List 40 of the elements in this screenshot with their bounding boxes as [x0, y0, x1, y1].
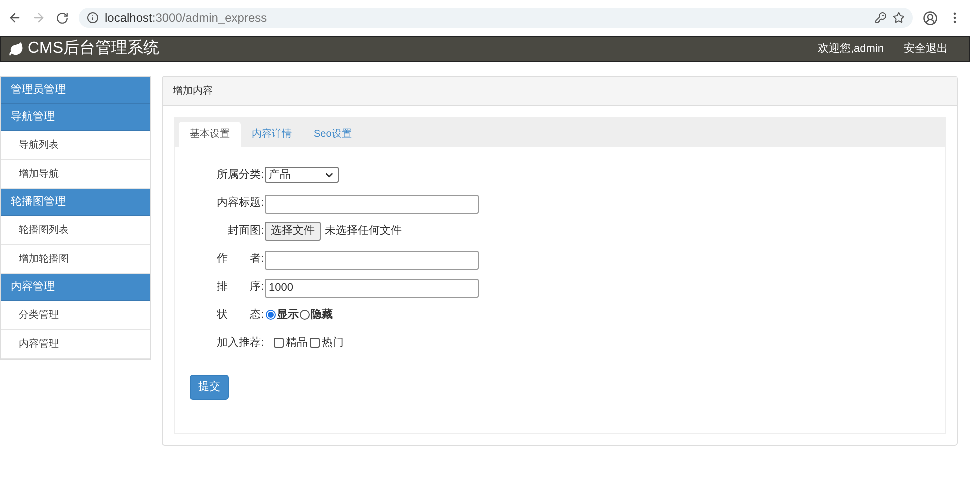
profile-icon[interactable] — [923, 10, 938, 26]
radio-button[interactable] — [266, 310, 276, 320]
address-bar[interactable]: localhost:3000/admin_express — [79, 8, 913, 28]
radio-label: 隐藏 — [311, 308, 333, 323]
checkbox[interactable] — [274, 338, 284, 348]
sidebar-group-header[interactable]: 内容管理 — [1, 274, 150, 301]
checkbox-label: 精品 — [286, 336, 308, 351]
welcome-text: 欢迎您,admin — [818, 42, 884, 57]
field-label: 内容标题: — [216, 196, 264, 211]
radio-button[interactable] — [300, 310, 310, 320]
category-select[interactable]: 产品 — [265, 167, 339, 183]
url-text: localhost:3000/admin_express — [105, 10, 268, 27]
field-label: 封面图: — [226, 224, 264, 239]
field-label: 加入推荐: — [216, 336, 264, 351]
tab[interactable]: 基本设置 — [179, 122, 241, 147]
text-field[interactable]: 1000 — [265, 278, 479, 298]
text-field[interactable] — [265, 194, 479, 214]
radio-label: 显示 — [277, 308, 299, 323]
app-title: CMS后台管理系统 — [28, 38, 160, 59]
sidebar-group-header[interactable]: 轮播图管理 — [1, 189, 150, 216]
field-label: 所属分类: — [216, 168, 264, 183]
leaf-icon — [9, 42, 24, 56]
choose-file-button[interactable]: 选择文件 — [265, 222, 321, 240]
field-label: 排 序: — [216, 280, 264, 295]
logout-link[interactable]: 安全退出 — [904, 40, 948, 58]
panel-heading: 增加内容 — [163, 77, 957, 106]
sidebar-group-header[interactable]: 导航管理 — [1, 104, 150, 131]
submit-button[interactable]: 提交 — [190, 375, 229, 400]
info-icon — [87, 12, 99, 24]
field-label: 状 态: — [216, 308, 264, 323]
key-icon[interactable] — [875, 12, 887, 24]
text-field[interactable] — [265, 250, 479, 270]
reload-icon[interactable] — [56, 12, 69, 24]
checkbox[interactable] — [310, 338, 320, 348]
file-status: 未选择任何文件 — [325, 224, 402, 239]
field-label: 作 者: — [216, 252, 264, 267]
star-icon[interactable] — [893, 12, 905, 24]
checkbox-label: 热门 — [322, 336, 344, 351]
back-icon[interactable] — [8, 11, 22, 25]
sidebar-group-header[interactable]: 管理员管理 — [1, 77, 150, 104]
